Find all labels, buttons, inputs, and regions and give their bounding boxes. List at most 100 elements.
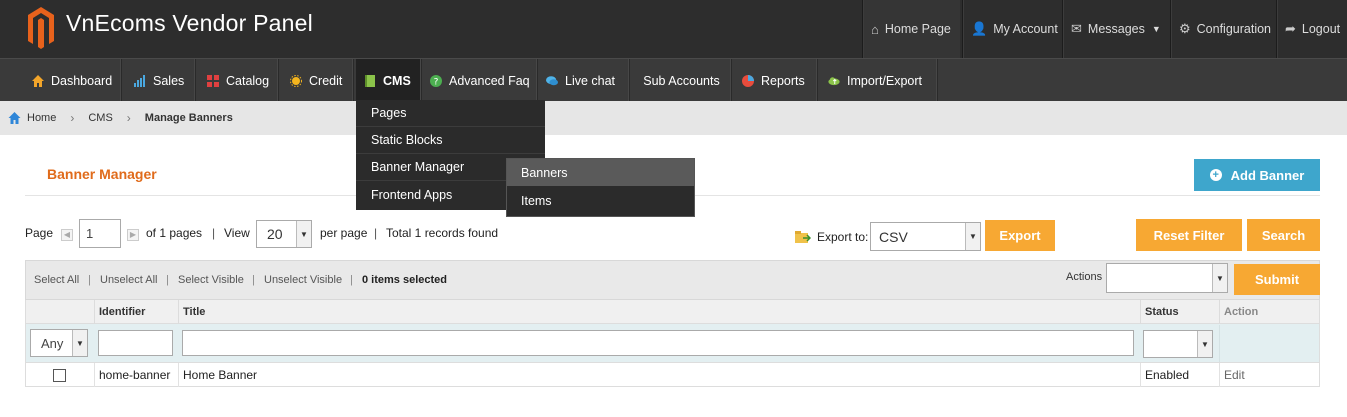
- menu-item-static-blocks[interactable]: Static Blocks: [356, 127, 545, 154]
- export-format-value: CSV: [879, 228, 908, 245]
- per-page-label: per page: [320, 226, 368, 240]
- chevron-right-icon: ›: [70, 111, 75, 125]
- pager-separator: |: [212, 226, 216, 240]
- nav-catalog[interactable]: Catalog: [199, 59, 279, 102]
- of-pages-label: of 1 pages: [146, 226, 203, 240]
- nav-sales[interactable]: Sales: [126, 59, 196, 102]
- column-header-title[interactable]: Title: [178, 300, 1139, 324]
- massaction-separator: |: [88, 274, 91, 286]
- per-page-select[interactable]: 20 ▼: [256, 220, 312, 248]
- nav-credit[interactable]: Credit: [282, 59, 354, 102]
- page-label: Page: [25, 226, 54, 240]
- breadcrumb-home[interactable]: Home: [27, 112, 56, 124]
- logout-label: Logout: [1301, 22, 1341, 36]
- nav-advanced-faq-label: Advanced Faq: [449, 73, 530, 88]
- cell-status: Enabled: [1140, 363, 1218, 387]
- massaction-filter-select[interactable]: Any ▼: [30, 329, 88, 357]
- unselect-visible-link[interactable]: Unselect Visible: [264, 274, 342, 286]
- top-header: VnEcoms Vendor Panel ⌂ Home Page 👤 My Ac…: [0, 0, 1347, 58]
- export-format-select[interactable]: CSV ▼: [870, 222, 981, 251]
- submenu-item-banners[interactable]: Banners: [507, 159, 694, 186]
- nav-sub-accounts[interactable]: Sub Accounts: [632, 59, 732, 102]
- magento-logo-icon[interactable]: [26, 5, 56, 49]
- sun-icon: [290, 74, 302, 87]
- select-all-link[interactable]: Select All: [34, 274, 79, 286]
- submit-button[interactable]: Submit: [1234, 264, 1320, 295]
- row-checkbox[interactable]: [53, 369, 66, 382]
- nav-dashboard[interactable]: Dashboard: [24, 59, 122, 102]
- cloud-transfer-icon: [828, 76, 840, 85]
- select-visible-link[interactable]: Select Visible: [178, 274, 244, 286]
- house-icon: [32, 74, 44, 87]
- nav-sub-accounts-label: Sub Accounts: [643, 73, 720, 88]
- banner-manager-submenu: Banners Items: [506, 158, 695, 217]
- massaction-separator: |: [350, 274, 353, 286]
- pie-chart-icon: [742, 74, 754, 87]
- messages-label: Messages: [1087, 22, 1145, 36]
- actions-select[interactable]: ▼: [1106, 263, 1228, 293]
- menu-item-pages[interactable]: Pages: [356, 100, 545, 127]
- nav-dashboard-label: Dashboard: [51, 73, 113, 88]
- chevron-down-icon: ▼: [1197, 331, 1212, 357]
- home-icon: ⌂: [871, 21, 879, 37]
- column-header-status[interactable]: Status: [1140, 300, 1218, 324]
- status-filter-select[interactable]: ▼: [1143, 330, 1213, 358]
- cell-title: Home Banner: [178, 363, 1139, 387]
- per-page-value: 20: [267, 226, 283, 242]
- filter-any-value: Any: [41, 335, 64, 351]
- nav-advanced-faq[interactable]: ? Advanced Faq: [422, 59, 538, 102]
- svg-text:?: ?: [434, 77, 439, 87]
- nav-import-export-label: Import/Export: [847, 73, 923, 88]
- massaction-separator: |: [252, 274, 255, 286]
- chevron-down-icon: ▼: [72, 330, 87, 356]
- nav-live-chat-label: Live chat: [565, 73, 616, 88]
- title-filter-input[interactable]: [182, 330, 1134, 356]
- reset-filter-button[interactable]: Reset Filter: [1136, 219, 1242, 251]
- my-account-label: My Account: [993, 22, 1058, 36]
- home-icon: [8, 112, 21, 124]
- nav-cms[interactable]: CMS: [356, 59, 422, 102]
- nav-import-export[interactable]: Import/Export: [820, 59, 938, 102]
- page-number-value: 1: [86, 226, 94, 241]
- edit-link[interactable]: Edit: [1219, 363, 1319, 387]
- massaction-separator: |: [166, 274, 169, 286]
- breadcrumb-current: Manage Banners: [144, 112, 233, 124]
- nav-live-chat[interactable]: Live chat: [538, 59, 630, 102]
- identifier-filter-input[interactable]: [98, 330, 173, 356]
- my-account-link[interactable]: 👤 My Account: [962, 0, 1060, 58]
- export-folder-icon: [795, 231, 811, 243]
- export-button[interactable]: Export: [985, 220, 1055, 251]
- view-label: View: [224, 226, 250, 240]
- gear-icon: ⚙: [1179, 21, 1191, 36]
- logout-link[interactable]: ➦ Logout: [1276, 0, 1347, 58]
- home-page-link[interactable]: ⌂ Home Page: [862, 0, 960, 58]
- page-number-input[interactable]: 1: [79, 219, 121, 248]
- chevron-down-icon: ▼: [965, 223, 980, 250]
- total-records-label: Total 1 records found: [386, 226, 499, 240]
- configuration-link[interactable]: ⚙ Configuration: [1170, 0, 1274, 58]
- submenu-item-items[interactable]: Items: [507, 187, 694, 214]
- column-header-action: Action: [1219, 300, 1319, 324]
- breadcrumb-cms[interactable]: CMS: [88, 112, 112, 124]
- messages-link[interactable]: ✉ Messages ▼: [1062, 0, 1168, 58]
- chevron-down-icon: ▼: [1151, 24, 1161, 34]
- brand-title[interactable]: VnEcoms Vendor Panel: [66, 10, 313, 37]
- next-page-icon[interactable]: ▶: [127, 229, 139, 241]
- grid-blocks-icon: [207, 74, 219, 87]
- chevron-right-icon: ›: [126, 111, 131, 125]
- nav-reports[interactable]: Reports: [734, 59, 818, 102]
- search-button[interactable]: Search: [1247, 219, 1320, 251]
- nav-cms-label: CMS: [383, 73, 411, 88]
- configuration-label: Configuration: [1196, 22, 1272, 36]
- bar-chart-icon: [134, 74, 145, 87]
- items-selected-count: 0 items selected: [362, 274, 447, 286]
- nav-credit-label: Credit: [309, 73, 343, 88]
- column-header-identifier[interactable]: Identifier: [94, 300, 177, 324]
- previous-page-icon[interactable]: ◀: [61, 229, 73, 241]
- nav-catalog-label: Catalog: [226, 73, 270, 88]
- envelope-icon: ✉: [1071, 21, 1082, 36]
- unselect-all-link[interactable]: Unselect All: [100, 274, 157, 286]
- plus-icon: +: [1209, 169, 1222, 181]
- add-banner-label: Add Banner: [1230, 167, 1305, 183]
- add-banner-button[interactable]: + Add Banner: [1194, 159, 1320, 191]
